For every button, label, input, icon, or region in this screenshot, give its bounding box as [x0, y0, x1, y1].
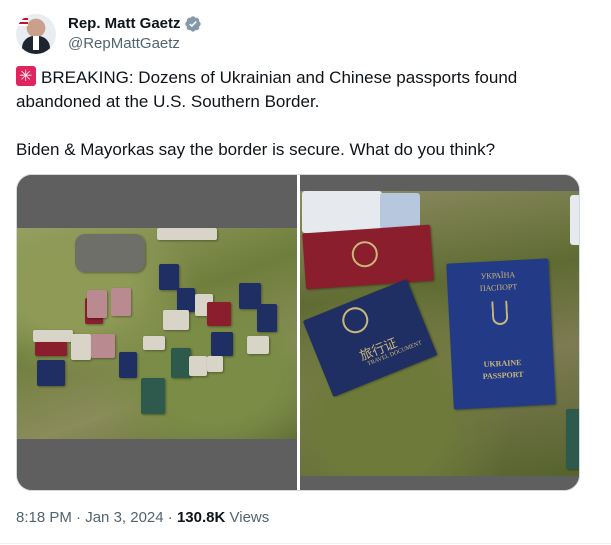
passports-closeup-photo[interactable]: 旅行证 TRAVEL DOCUMENT УКРАЇНА ПАСПОРТ UKRA… — [300, 191, 579, 476]
tweet-line-2: Biden & Mayorkas say the border is secur… — [16, 140, 496, 159]
id-card — [302, 191, 382, 233]
views-count[interactable]: 130.8K — [177, 509, 225, 526]
tweet-meta: 8:18 PM · Jan 3, 2024 · 130.8K Views — [16, 509, 270, 526]
tweet-time[interactable]: 8:18 PM — [16, 509, 72, 526]
ua-cover-bottom2: PASSPORT — [482, 369, 524, 382]
author-handle[interactable]: @RepMattGaetz — [68, 34, 202, 54]
tweet-text: BREAKING: Dozens of Ukrainian and Chines… — [16, 65, 596, 162]
author-block: Rep. Matt Gaetz @RepMattGaetz — [68, 14, 202, 54]
media-left-panel[interactable] — [17, 175, 297, 490]
verified-badge-icon[interactable] — [184, 15, 202, 33]
flag-icon — [16, 18, 28, 26]
passports-on-ground-photo[interactable] — [17, 228, 297, 439]
chinese-travel-document: 旅行证 TRAVEL DOCUMENT — [302, 279, 438, 397]
ukraine-passport: УКРАЇНА ПАСПОРТ UKRAINE PASSPORT — [446, 258, 556, 410]
tweet-date[interactable]: Jan 3, 2024 — [85, 509, 163, 526]
author-name[interactable]: Rep. Matt Gaetz — [68, 14, 181, 34]
media-right-panel[interactable]: 旅行证 TRAVEL DOCUMENT УКРАЇНА ПАСПОРТ UKRA… — [300, 175, 579, 490]
tweet-line-1: BREAKING: Dozens of Ukrainian and Chines… — [16, 68, 522, 111]
ua-cover-top2: ПАСПОРТ — [479, 282, 518, 294]
red-passport — [302, 224, 434, 290]
tweet-header: Rep. Matt Gaetz @RepMattGaetz — [16, 12, 202, 56]
avatar[interactable] — [16, 14, 56, 54]
divider — [0, 543, 611, 544]
views-label: Views — [225, 509, 270, 526]
media-grid: 旅行证 TRAVEL DOCUMENT УКРАЇНА ПАСПОРТ UKRA… — [16, 174, 580, 491]
trident-icon — [491, 300, 509, 326]
police-light-icon — [16, 65, 36, 89]
